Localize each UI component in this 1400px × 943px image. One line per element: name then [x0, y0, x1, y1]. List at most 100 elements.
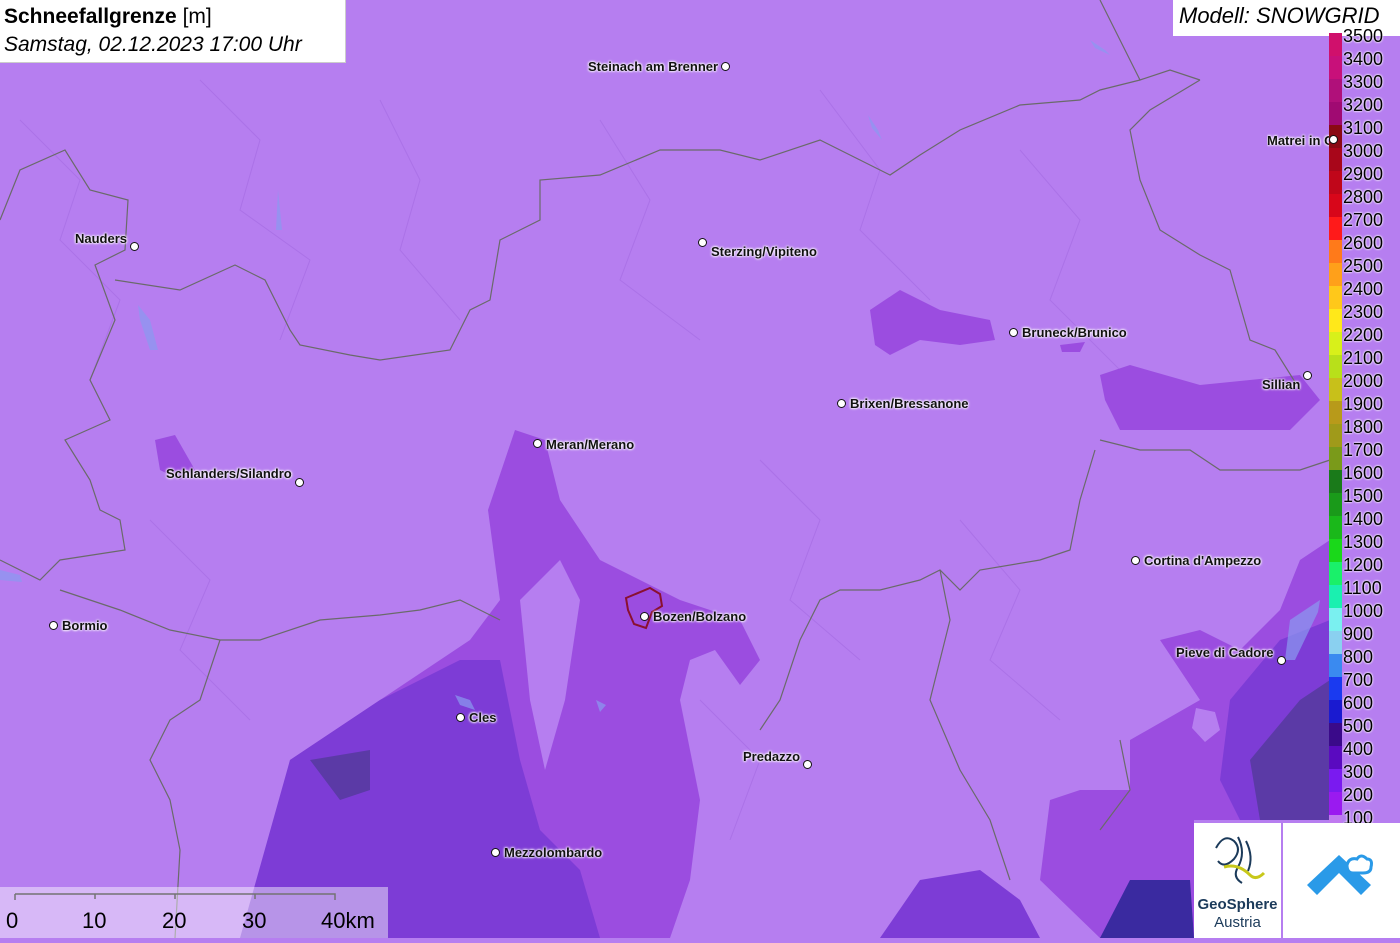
map-title-box: Schneefallgrenze [m] Samstag, 02.12.2023…	[0, 0, 346, 63]
scale-label-30: 30	[242, 908, 267, 933]
city-label[interactable]: Matrei in Osttirol	[1267, 133, 1329, 148]
legend-swatch	[1329, 79, 1342, 102]
legend-swatch	[1329, 677, 1342, 700]
legend-label: 2200	[1343, 325, 1384, 345]
legend-label: 3200	[1343, 95, 1384, 115]
city-marker[interactable]	[837, 399, 846, 408]
legend-label: 200	[1343, 785, 1374, 805]
legend-swatch	[1329, 102, 1342, 125]
city-marker[interactable]	[491, 848, 500, 857]
legend-label: 2700	[1343, 210, 1384, 230]
city-marker[interactable]	[721, 62, 730, 71]
legend-label: 1400	[1343, 509, 1384, 529]
scale-label-0: 0	[6, 908, 19, 933]
legend-label: 1100	[1343, 578, 1382, 598]
city-label[interactable]: Cortina d'Ampezzo	[1144, 553, 1261, 568]
legend-swatch	[1329, 539, 1342, 562]
city-label[interactable]: Bormio	[62, 618, 108, 633]
legend-label: 3500	[1343, 26, 1384, 46]
scale-bar: 0 10 20 30 40km	[0, 887, 388, 938]
city-label[interactable]: Predazzo	[743, 749, 800, 764]
city-label[interactable]: Cles	[469, 710, 496, 725]
legend-swatch	[1329, 286, 1342, 309]
app-logo[interactable]	[1283, 823, 1400, 938]
legend-label: 3000	[1343, 141, 1384, 161]
legend-swatch	[1329, 654, 1342, 677]
legend-swatch	[1329, 56, 1342, 79]
city-marker[interactable]	[456, 713, 465, 722]
legend-label: 1800	[1343, 417, 1384, 437]
legend-label: 2000	[1343, 371, 1384, 391]
city-label[interactable]: Meran/Merano	[546, 437, 634, 452]
legend-label: 2100	[1343, 348, 1384, 368]
legend-label: 1000	[1343, 601, 1384, 621]
legend-swatch	[1329, 769, 1342, 792]
legend-swatch	[1329, 401, 1342, 424]
city-label[interactable]: Schlanders/Silandro	[166, 466, 292, 481]
city-marker[interactable]	[1329, 135, 1338, 144]
legend-swatch	[1329, 194, 1342, 217]
legend-label: 2900	[1343, 164, 1384, 184]
city-marker[interactable]	[1277, 656, 1286, 665]
city-label[interactable]: Mezzolombardo	[504, 845, 602, 860]
legend-label: 1500	[1343, 486, 1384, 506]
legend-swatch	[1329, 171, 1342, 194]
city-label[interactable]: Nauders	[75, 231, 127, 246]
legend-swatch	[1329, 608, 1342, 631]
geosphere-logo[interactable]: GeoSphere Austria	[1194, 823, 1281, 938]
legend-swatch	[1329, 217, 1342, 240]
legend-label: 2600	[1343, 233, 1384, 253]
legend-label: 600	[1343, 693, 1374, 713]
legend-label: 2300	[1343, 302, 1384, 322]
legend-label: 300	[1343, 762, 1374, 782]
city-marker[interactable]	[640, 612, 649, 621]
legend-label: 3400	[1343, 49, 1384, 69]
legend-label: 3100	[1343, 118, 1384, 138]
legend-swatch	[1329, 493, 1342, 516]
legend-label: 700	[1343, 670, 1374, 690]
city-label[interactable]: Bozen/Bolzano	[653, 609, 746, 624]
legend-swatch	[1329, 562, 1342, 585]
city-marker[interactable]	[49, 621, 58, 630]
city-marker[interactable]	[803, 760, 812, 769]
legend-swatch	[1329, 447, 1342, 470]
legend-swatch	[1329, 309, 1342, 332]
city-label[interactable]: Sterzing/Vipiteno	[711, 244, 817, 259]
legend-label: 2800	[1343, 187, 1384, 207]
city-label[interactable]: Brixen/Bressanone	[850, 396, 969, 411]
map-datetime: Samstag, 02.12.2023 17:00 Uhr	[4, 33, 302, 56]
city-marker[interactable]	[533, 439, 542, 448]
legend-label: 400	[1343, 739, 1374, 759]
legend-label: 900	[1343, 624, 1374, 644]
geosphere-logo-line2: Austria	[1214, 914, 1261, 931]
legend-swatch	[1329, 470, 1342, 493]
city-marker[interactable]	[698, 238, 707, 247]
geosphere-icon	[1215, 836, 1266, 884]
city-label[interactable]: Sillian	[1262, 377, 1300, 392]
legend-swatch	[1329, 355, 1342, 378]
city-marker[interactable]	[130, 242, 139, 251]
city-marker[interactable]	[1009, 328, 1018, 337]
legend-swatch	[1329, 516, 1342, 539]
legend-swatch	[1329, 585, 1342, 608]
legend-swatch	[1329, 240, 1342, 263]
legend-swatch	[1329, 263, 1342, 286]
city-marker[interactable]	[1303, 371, 1312, 380]
scale-label-10: 10	[82, 908, 107, 933]
legend-swatch	[1329, 148, 1342, 171]
city-label[interactable]: Bruneck/Brunico	[1022, 325, 1127, 340]
legend-label: 2500	[1343, 256, 1384, 276]
legend-label: 1200	[1343, 555, 1384, 575]
legend-swatch	[1329, 792, 1342, 815]
city-label[interactable]: Steinach am Brenner	[588, 59, 718, 74]
legend-label: 1900	[1343, 394, 1384, 414]
city-marker[interactable]	[1131, 556, 1140, 565]
legend-swatch	[1329, 723, 1342, 746]
legend-swatch	[1329, 746, 1342, 769]
color-legend: 3500 3400 3300 3200 3100 3000 2900 2800 2700 2600…	[1329, 26, 1400, 838]
city-label[interactable]: Pieve di Cadore	[1176, 645, 1274, 660]
arrow-up-icon	[1307, 854, 1373, 895]
city-marker[interactable]	[295, 478, 304, 487]
legend-label: 2400	[1343, 279, 1384, 299]
scale-label-20: 20	[162, 908, 187, 933]
